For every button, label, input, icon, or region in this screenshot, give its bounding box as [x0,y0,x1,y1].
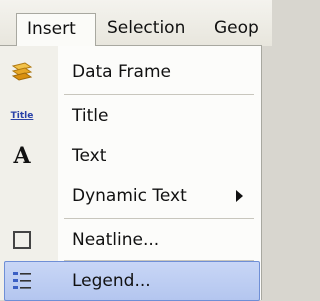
menu-item-legend[interactable]: Legend... [4,261,260,301]
neatline-icon [10,228,34,252]
menu-item-text[interactable]: A Text [0,136,260,176]
text-icon: A [13,143,31,169]
menu-geoprocessing[interactable]: Geop [214,13,259,46]
menu-item-neatline[interactable]: Neatline... [0,220,260,260]
menu-item-label: Neatline... [72,230,160,250]
menu-item-data-frame[interactable]: Data Frame [0,52,260,92]
menu-separator [64,218,254,219]
legend-icon [10,269,34,293]
menu-selection[interactable]: Selection [107,13,185,46]
menu-item-label: Dynamic Text [72,186,187,206]
title-icon: Title [10,111,34,121]
menu-bar: Insert Selection Geop [0,0,272,46]
menu-item-label: Title [72,106,109,126]
menu-item-title[interactable]: Title Title [0,96,260,136]
menu-item-label: Data Frame [72,62,171,82]
menu-item-label: Legend... [72,271,151,291]
menu-item-dynamic-text[interactable]: Dynamic Text [0,176,260,216]
insert-menu-dropdown: Data Frame Title Title A Text Dynamic Te… [0,45,262,301]
menu-item-label: Text [72,146,107,166]
submenu-arrow-icon [236,190,243,202]
menu-insert[interactable]: Insert [16,13,96,46]
data-frame-icon [10,60,34,84]
menu-separator [64,94,254,95]
